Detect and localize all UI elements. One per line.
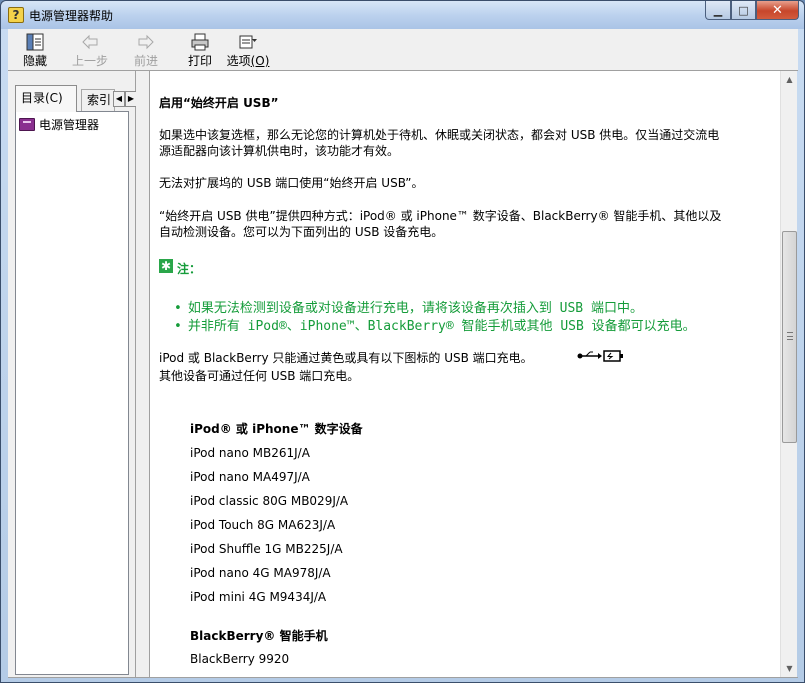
note-item-2: 并非所有 iPod®、iPhone™、BlackBerry® 智能手机或其他 U… (174, 315, 696, 334)
list-item: iPod Touch 8G MA623J/A (190, 518, 336, 532)
help-app-icon: ? (8, 7, 24, 23)
contents-tree: 电源管理器 (15, 111, 129, 675)
scroll-up-icon[interactable]: ▲ (781, 71, 798, 88)
hide-pane-icon (25, 33, 45, 51)
paragraph-2: 无法对扩展坞的 USB 端口使用“始终开启 USB”。 (159, 176, 424, 190)
hide-label: 隐藏 (22, 54, 47, 68)
topic-content: 启用“始终开启 USB” 如果选中该复选框，那么无论您的计算机处于待机、休眠或关… (150, 71, 780, 677)
list-item: iPod mini 4G M9434J/A (190, 590, 327, 604)
window-title: 电源管理器帮助 (29, 9, 114, 23)
tab-scroll-left-icon[interactable]: ◀ (113, 91, 125, 107)
list-item: iPod nano MA497J/A (190, 470, 310, 484)
list-item: iPod nano 4G MA978J/A (190, 566, 331, 580)
list-item: iPod Shuffle 1G MB225J/A (190, 542, 343, 556)
maximize-button[interactable]: □ (731, 1, 756, 20)
printer-icon (190, 33, 210, 51)
note-item-1: 如果无法检测到设备或对设备进行充电，请将该设备再次插入到 USB 端口中。 (174, 297, 643, 316)
options-icon (238, 33, 258, 51)
note-label: 注： (177, 262, 202, 276)
paragraph-1-line-1: 如果选中该复选框，那么无论您的计算机处于待机、休眠或关闭状态，都会对 USB 供… (159, 128, 720, 142)
print-button[interactable]: 打印 (174, 33, 226, 69)
vertical-scrollbar[interactable]: ▲ ▼ (780, 71, 797, 677)
forward-button[interactable]: 前进 (120, 33, 172, 69)
back-label: 上一步 (71, 54, 108, 68)
list-item: iPod nano MB261J/A (190, 446, 310, 460)
nav-tabs: 目录(C) 索引 ◀ ▶ (15, 85, 137, 112)
list-item: iPod classic 80G MB029J/A (190, 494, 349, 508)
options-button[interactable]: 选项(O) (221, 33, 275, 69)
note-icon: ✱ (159, 259, 173, 273)
book-icon (19, 118, 35, 131)
scroll-down-icon[interactable]: ▼ (781, 660, 798, 677)
bottom-border (8, 677, 798, 678)
usb-power-icon (577, 350, 623, 362)
paragraph-4-line-2: 其他设备可通过任何 USB 端口充电。 (159, 369, 360, 383)
tab-index[interactable]: 索引 (81, 89, 115, 111)
section-ipod-title: iPod® 或 iPhone™ 数字设备 (190, 422, 363, 436)
toolbar: 隐藏 上一步 前进 打印 选项(O) (8, 29, 798, 71)
close-button[interactable]: ✕ (756, 1, 799, 20)
forward-arrow-icon (136, 33, 156, 51)
paragraph-3-line-2: 自动检测设备。您可以为下面列出的 USB 设备充电。 (159, 225, 444, 239)
tree-item-power-manager[interactable]: 电源管理器 (19, 116, 99, 133)
tree-item-label: 电源管理器 (39, 118, 100, 132)
title-bar[interactable]: ? 电源管理器帮助 ▁ □ ✕ (1, 1, 804, 29)
paragraph-4-line-1: iPod 或 BlackBerry 只能通过黄色或具有以下图标的 USB 端口充… (159, 351, 533, 365)
minimize-button[interactable]: ▁ (705, 1, 731, 20)
topic-heading: 启用“始终开启 USB” (159, 96, 279, 110)
tab-contents[interactable]: 目录(C) (15, 85, 77, 112)
help-window: ? 电源管理器帮助 ▁ □ ✕ 隐藏 上一步 前进 打印 选项(O) 目录(C)… (0, 0, 805, 683)
hide-button[interactable]: 隐藏 (9, 33, 61, 69)
pane-splitter[interactable] (136, 71, 150, 677)
forward-label: 前进 (133, 54, 158, 68)
paragraph-1-line-2: 源适配器向该计算机供电时，该功能才有效。 (159, 144, 400, 158)
navigation-pane: 目录(C) 索引 ◀ ▶ 电源管理器 (8, 71, 137, 677)
back-button[interactable]: 上一步 (64, 33, 116, 69)
back-arrow-icon (80, 33, 100, 51)
section-blackberry-title: BlackBerry® 智能手机 (190, 629, 328, 643)
list-item: BlackBerry 9920 (190, 652, 290, 666)
options-label: 选项(O) (226, 54, 270, 68)
print-label: 打印 (187, 54, 212, 68)
scroll-thumb[interactable] (782, 231, 797, 443)
paragraph-3-line-1: “始终开启 USB 供电”提供四种方式：iPod® 或 iPhone™ 数字设备… (159, 209, 722, 223)
